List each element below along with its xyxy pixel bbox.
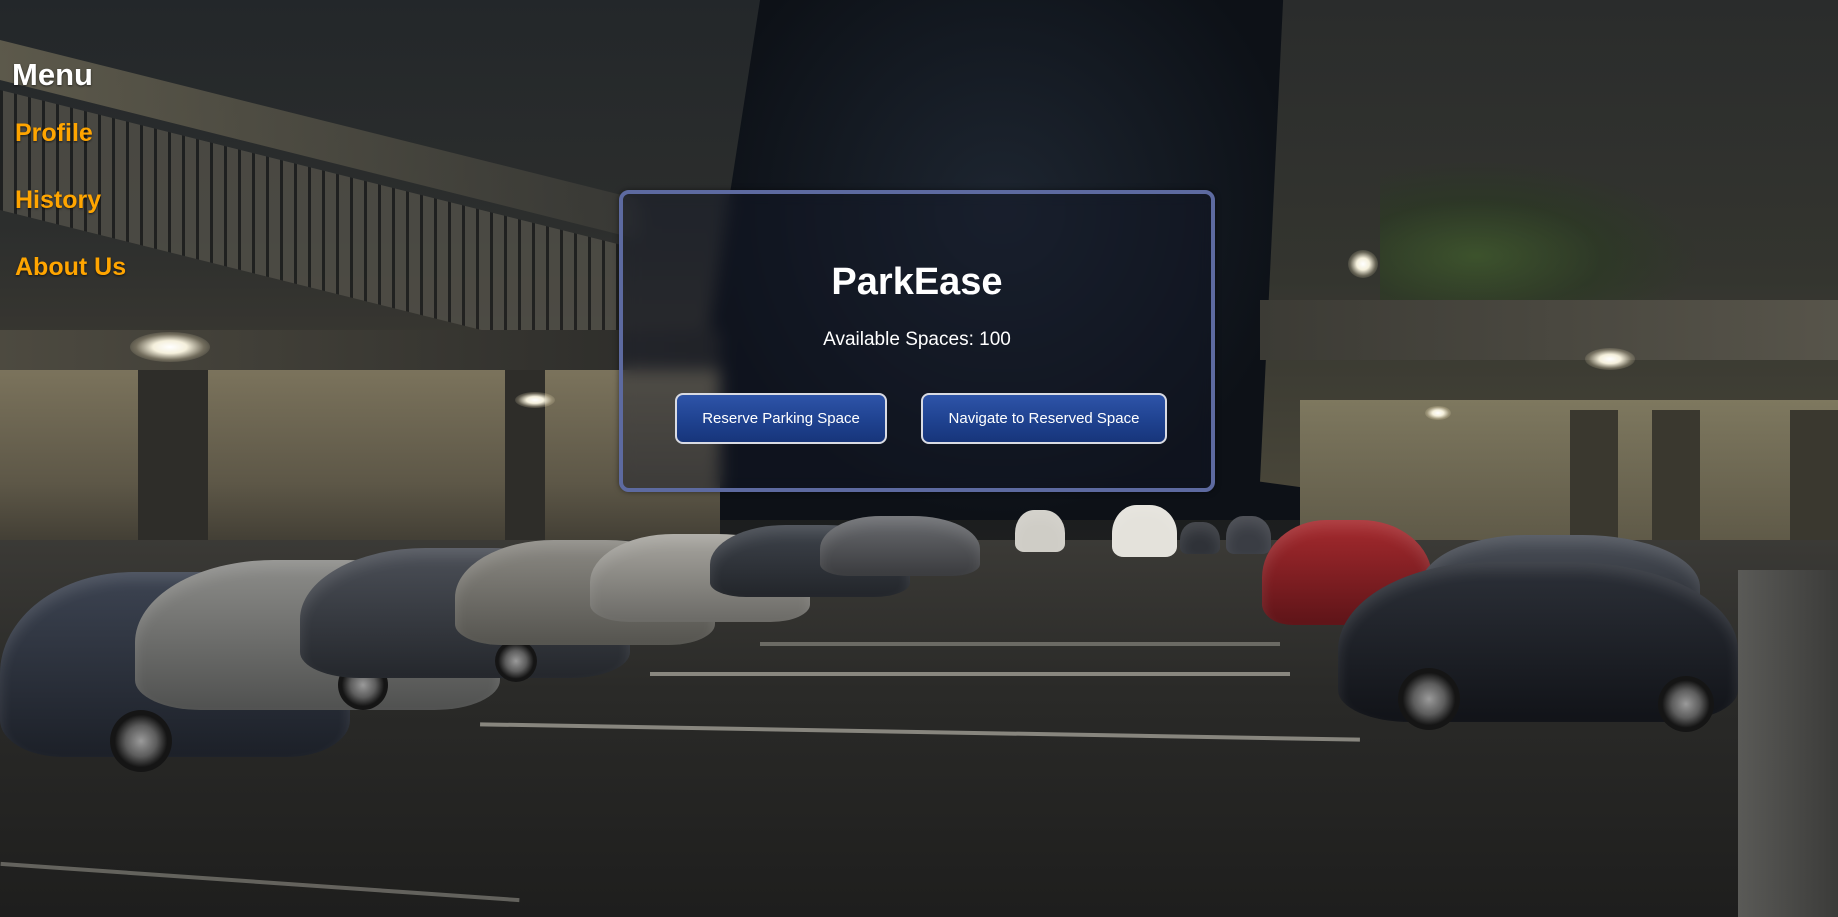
ceiling-light — [1348, 250, 1378, 278]
menu-title: Menu — [12, 57, 93, 92]
ceiling-light — [1425, 406, 1451, 420]
background-left-ceiling — [0, 330, 720, 370]
car-wheel — [495, 640, 537, 682]
ceiling-light — [515, 392, 555, 408]
parked-car — [1180, 522, 1220, 554]
menu-item: Profile — [12, 100, 272, 167]
sidebar-item-about-us[interactable]: About Us — [12, 234, 272, 301]
action-buttons: Reserve Parking Space Navigate to Reserv… — [623, 393, 1211, 445]
ceiling-light — [1585, 348, 1635, 370]
background-left-wall — [0, 370, 720, 560]
navigate-reserved-button[interactable]: Navigate to Reserved Space — [921, 393, 1167, 444]
sidebar-item-history[interactable]: History — [12, 167, 272, 234]
parked-car — [1112, 505, 1177, 557]
page-root: Menu Profile History About Us ParkEase A… — [0, 0, 1838, 917]
parked-car — [820, 516, 980, 576]
background-pillar — [1652, 410, 1700, 560]
reserve-parking-button[interactable]: Reserve Parking Space — [675, 393, 887, 444]
car-wheel — [1658, 676, 1714, 732]
car-wheel — [1398, 668, 1460, 730]
menu-item: About Us — [12, 234, 272, 301]
ceiling-light — [130, 332, 210, 362]
menu-item: History — [12, 167, 272, 234]
parking-kiosk — [1738, 570, 1838, 917]
car-wheel — [110, 710, 172, 772]
sidebar-item-profile[interactable]: Profile — [12, 100, 272, 167]
lane-marking — [650, 672, 1290, 676]
parking-card: ParkEase Available Spaces: 100 Reserve P… — [619, 190, 1215, 492]
background-pillar — [1790, 410, 1838, 560]
lane-marking — [760, 642, 1280, 646]
parked-car — [1226, 516, 1271, 554]
app-title: ParkEase — [831, 261, 1003, 303]
background-plants — [1380, 160, 1700, 320]
menu-list: Profile History About Us — [12, 100, 272, 301]
sidebar-menu: Menu Profile History About Us — [12, 50, 272, 301]
parked-car — [1015, 510, 1065, 552]
available-spaces-text: Available Spaces: 100 — [823, 329, 1011, 350]
background-right-ceiling — [1260, 300, 1838, 360]
